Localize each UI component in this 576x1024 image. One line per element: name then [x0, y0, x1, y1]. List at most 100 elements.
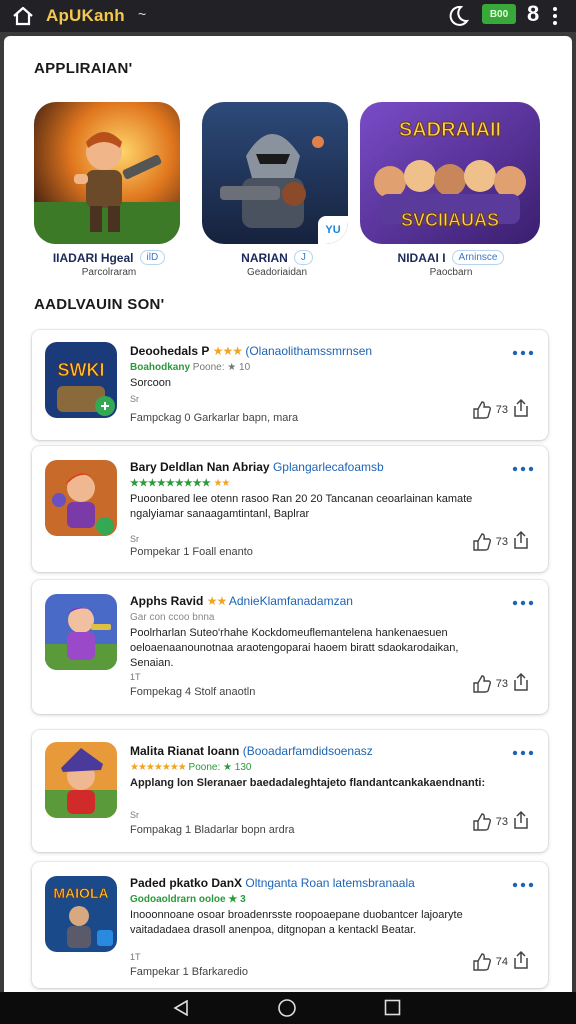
app-description: Poolrharlan Suteo'rhahe Kockdomeuflemant…: [130, 627, 459, 669]
app-footer: Pompekar 1 Foall enanto: [130, 546, 253, 558]
thumbs-up-icon[interactable]: [472, 532, 492, 552]
app-title-line: Bary Deldlan Nan Abriay Gplangarlecafoam…: [130, 460, 508, 474]
app-icon-text: MAIOLA: [53, 885, 108, 901]
featured-chip[interactable]: J: [293, 250, 313, 265]
like-count: 74: [495, 956, 508, 968]
list-section-title: AADLVAUIN SON': [34, 296, 165, 313]
app-developer[interactable]: Gplangarlecafoamsb: [273, 460, 384, 474]
more-options-icon[interactable]: [512, 750, 534, 756]
app-description: Sorcoon: [130, 377, 171, 389]
featured-banner-bottom: SVCIIAUAS: [401, 210, 499, 230]
app-footer: Fompakag 1 Bladarlar bopn ardra: [130, 824, 295, 836]
app-title[interactable]: Bary Deldlan Nan Abriay: [130, 460, 270, 474]
app-card[interactable]: Malita Rianat loann (Booadarfamdidsoenas…: [32, 730, 548, 852]
app-rating: ★★: [213, 478, 230, 489]
app-category: ★★★★★★★★★: [130, 478, 211, 489]
app-title[interactable]: Apphs Ravid: [130, 594, 203, 608]
thumbs-up-icon[interactable]: [472, 674, 492, 694]
featured-app-name: NARIAN: [241, 250, 288, 265]
featured-app-image[interactable]: YU: [202, 102, 348, 244]
share-icon[interactable]: [512, 672, 530, 692]
app-size: 1T: [130, 952, 141, 962]
app-description: Inooonnoane osoar broadenrsste roopoaepa…: [130, 909, 463, 936]
app-icon-text: SWKI: [58, 360, 105, 380]
featured-app-1[interactable]: IIADARI Hgeal ilD Parcolraram: [34, 102, 184, 278]
title-dropdown-icon[interactable]: ~: [138, 6, 146, 22]
app-size: Sr: [130, 534, 139, 544]
featured-section-title: APPLIRAIAN': [34, 60, 133, 77]
more-vertical-icon[interactable]: [548, 4, 562, 28]
like-count: 73: [495, 536, 508, 548]
back-icon[interactable]: [172, 1000, 190, 1016]
battery-badge: B00: [482, 4, 516, 24]
share-icon[interactable]: [512, 530, 530, 550]
share-icon[interactable]: [512, 810, 530, 830]
app-meta: Godoaoldrarn ooloe ★ 3: [130, 894, 246, 905]
thumbs-up-icon[interactable]: [472, 812, 492, 832]
system-nav-bar: [0, 992, 576, 1024]
recents-icon[interactable]: [384, 999, 401, 1016]
featured-app-image[interactable]: SADRAIAII SVCIIAUAS: [360, 102, 540, 244]
featured-banner-top: SADRAIAII: [399, 119, 501, 141]
app-category: ★★★★★★★: [130, 762, 187, 773]
featured-app-name: NIDAAI I: [397, 250, 446, 265]
like-count: 73: [495, 816, 508, 828]
featured-app-subtitle: Paocbarn: [429, 267, 473, 278]
app-title-line: Paded pkatko DanX Oltnganta Roan latemsb…: [130, 876, 508, 890]
featured-name-row: NARIAN J: [202, 250, 352, 265]
more-options-icon[interactable]: [512, 600, 534, 606]
app-card[interactable]: Apphs Ravid ★★ AdnieKlamfanadamzan Gar c…: [32, 580, 548, 714]
featured-name-row: NIDAAI I Arninsce: [360, 250, 542, 265]
app-icon[interactable]: [45, 460, 117, 536]
featured-badge: YU: [318, 216, 348, 244]
app-footer: Fampckag 0 Garkarlar bapn, mara: [130, 412, 299, 424]
app-card[interactable]: MAIOLA Paded pkatko DanX Oltnganta Roan …: [32, 862, 548, 988]
app-title: ApUKanh: [46, 6, 125, 25]
app-meta: ★★★★★★★★★ ★★: [130, 478, 230, 489]
featured-app-2[interactable]: YU NARIAN J Geadoriaidan: [202, 102, 352, 278]
app-card[interactable]: SWKI Deoohedals P ★★★ (Olanaolithamssmrn…: [32, 330, 548, 440]
app-category: Gar con ccoo bnna: [130, 612, 215, 623]
app-title[interactable]: Malita Rianat loann: [130, 744, 239, 758]
app-size: Sr: [130, 810, 139, 820]
featured-app-3[interactable]: SADRAIAII SVCIIAUAS NIDAAI I Arninsce Pa…: [360, 102, 542, 278]
app-icon[interactable]: [45, 594, 117, 670]
home-circle-icon[interactable]: [277, 998, 297, 1018]
like-count: 73: [495, 404, 508, 416]
featured-app-subtitle: Parcolraram: [81, 267, 137, 278]
app-meta: Boahodkany Poone: ★ 10: [130, 362, 250, 373]
app-developer[interactable]: (Booadarfamdidsoenasz: [243, 744, 373, 758]
app-icon[interactable]: SWKI: [45, 342, 117, 418]
more-options-icon[interactable]: [512, 882, 534, 888]
featured-row: IIADARI Hgeal ilD Parcolraram YU NARIAN …: [34, 102, 544, 282]
featured-chip[interactable]: ilD: [139, 250, 166, 265]
app-description: Puoonbared lee otenn rasoo Ran 20 20 Tan…: [130, 493, 473, 520]
more-options-icon[interactable]: [512, 466, 534, 472]
app-developer[interactable]: (Olanaolithamssmrnsen: [245, 344, 372, 358]
app-title[interactable]: Deoohedals P: [130, 344, 209, 358]
app-size: 1T: [130, 672, 141, 682]
app-footer: Fompekag 4 Stolf anaotln: [130, 686, 256, 698]
app-title[interactable]: Paded pkatko DanX: [130, 876, 242, 890]
app-title-line: Malita Rianat loann (Booadarfamdidsoenas…: [130, 744, 508, 758]
featured-chip[interactable]: Arninsce: [451, 250, 505, 265]
thumbs-up-icon[interactable]: [472, 952, 492, 972]
more-options-icon[interactable]: [512, 350, 534, 356]
share-icon[interactable]: [512, 398, 530, 418]
featured-app-image[interactable]: [34, 102, 180, 244]
app-icon[interactable]: [45, 742, 117, 818]
app-card[interactable]: Bary Deldlan Nan Abriay Gplangarlecafoam…: [32, 446, 548, 572]
app-size: Sr: [130, 394, 139, 404]
moon-icon[interactable]: [445, 4, 471, 28]
share-icon[interactable]: [512, 950, 530, 970]
app-bar: ApUKanh ~ B00 8: [0, 0, 576, 32]
app-developer[interactable]: Oltnganta Roan latemsbranaala: [245, 876, 414, 890]
app-icon[interactable]: MAIOLA: [45, 876, 117, 952]
app-developer[interactable]: AdnieKlamfanadamzan: [229, 594, 353, 608]
home-icon[interactable]: [12, 5, 34, 27]
app-title-line: Apphs Ravid ★★ AdnieKlamfanadamzan: [130, 594, 508, 608]
app-title-line: Deoohedals P ★★★ (Olanaolithamssmrnsen: [130, 344, 508, 358]
thumbs-up-icon[interactable]: [472, 400, 492, 420]
app-description: Applang lon Sleranaer baedadaleghtajeto …: [130, 777, 486, 789]
app-stars: ★★★: [212, 344, 243, 358]
